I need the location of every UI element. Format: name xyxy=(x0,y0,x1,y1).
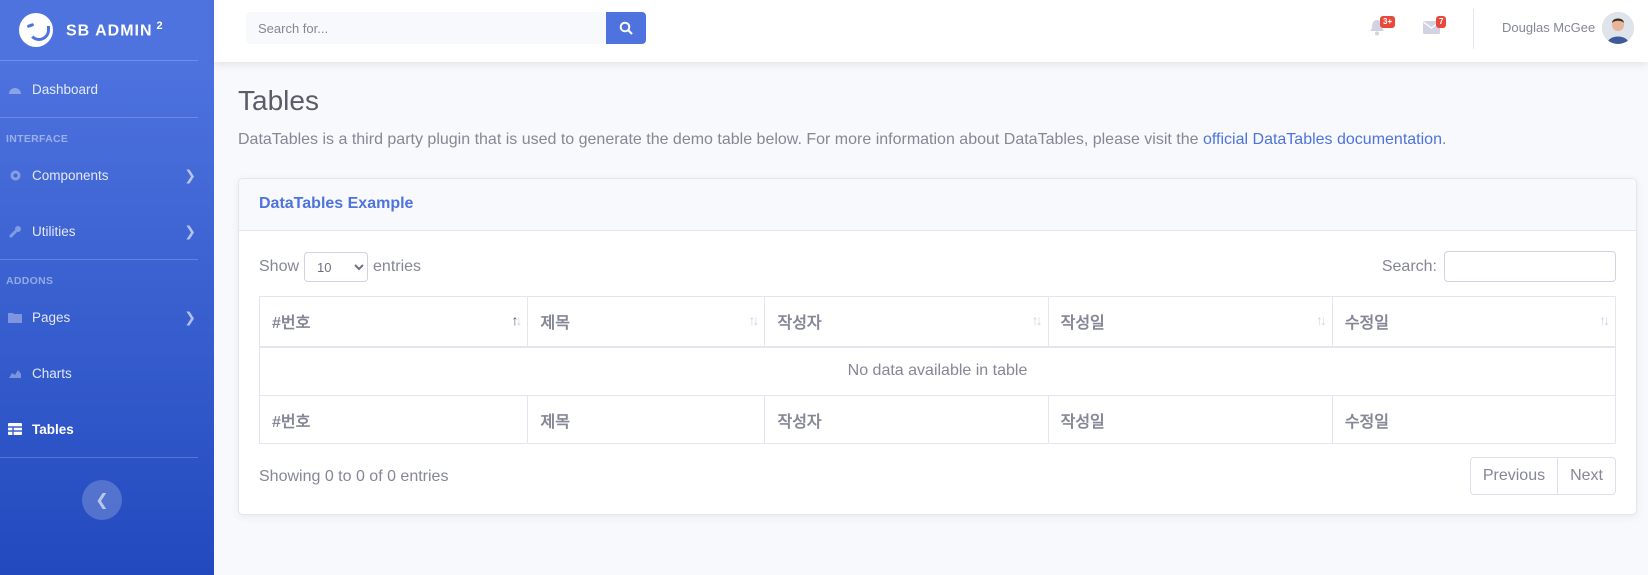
entries-select[interactable]: 10 xyxy=(304,252,369,282)
table-header-row: #번호 ↑↓ 제목 ↑↓ 작성자 ↑↓ 작성일 ↑↓ 수정일 ↑↓ xyxy=(258,296,1617,348)
column-header-modified[interactable]: 수정일 ↑↓ xyxy=(1331,296,1617,348)
search-icon xyxy=(619,21,633,35)
table-icon xyxy=(8,422,22,436)
sort-asc-icon: ↑↓ xyxy=(511,312,522,328)
sidebar-item-pages[interactable]: Pages ❯ xyxy=(0,289,214,345)
footer-author: 작성자 xyxy=(764,395,1049,444)
card-title: DataTables Example xyxy=(239,179,1636,231)
chevron-right-icon: ❯ xyxy=(184,222,196,239)
footer-title: 제목 xyxy=(527,395,766,444)
table-search-input[interactable] xyxy=(1444,251,1616,282)
sidebar: SB ADMIN 2 Dashboard INTERFACE Components… xyxy=(0,0,214,575)
entries-label: entries xyxy=(373,258,422,275)
table-info: Showing 0 to 0 of 0 entries xyxy=(259,468,449,485)
chevron-left-icon: ❮ xyxy=(95,492,109,509)
user-name[interactable]: Douglas McGee xyxy=(1502,20,1595,35)
topbar-search xyxy=(246,12,646,44)
datatable-card: DataTables Example Show 10 entries Searc… xyxy=(238,178,1637,515)
sidebar-item-label: Utilities xyxy=(32,223,76,239)
page-description: DataTables is a third party plugin that … xyxy=(238,131,1447,148)
messages-dropdown[interactable]: 7 xyxy=(1423,16,1447,41)
search-label: Search: xyxy=(1381,257,1437,275)
folder-icon xyxy=(8,310,22,324)
topbar-divider xyxy=(1473,9,1474,49)
sidebar-heading-addons: ADDONS xyxy=(6,275,54,287)
sidebar-item-label: Dashboard xyxy=(32,81,99,97)
search-input[interactable] xyxy=(246,12,606,44)
sidebar-item-tables[interactable]: Tables xyxy=(0,401,214,457)
data-table: #번호 ↑↓ 제목 ↑↓ 작성자 ↑↓ 작성일 ↑↓ 수정일 ↑↓ No data ava… xyxy=(258,296,1617,444)
page-title: Tables xyxy=(238,85,319,116)
laugh-wink-icon xyxy=(19,13,53,47)
sort-icon: ↑↓ xyxy=(1599,312,1610,328)
sidebar-item-charts[interactable]: Charts xyxy=(0,345,214,401)
sidebar-item-utilities[interactable]: Utilities ❯ xyxy=(0,203,214,259)
messages-badge: 7 xyxy=(1436,16,1447,28)
table-footer-row: #번호 제목 작성자 작성일 수정일 xyxy=(258,395,1617,444)
sidebar-item-components[interactable]: Components ❯ xyxy=(0,147,214,203)
search-button[interactable] xyxy=(606,12,646,44)
alerts-dropdown[interactable]: 3+ xyxy=(1369,16,1396,41)
topbar: 3+ 7 Douglas McGee xyxy=(214,0,1648,62)
avatar[interactable] xyxy=(1602,12,1634,44)
sidebar-item-label: Pages xyxy=(32,309,71,325)
column-header-author[interactable]: 작성자 ↑↓ xyxy=(764,296,1049,348)
wrench-icon xyxy=(8,224,22,238)
sort-icon: ↑↓ xyxy=(1315,312,1327,328)
pagination: Previous Next xyxy=(1469,457,1616,495)
column-header-created[interactable]: 작성일 ↑↓ xyxy=(1047,296,1333,348)
column-header-title[interactable]: 제목 ↑↓ xyxy=(527,296,766,348)
sort-icon: ↑↓ xyxy=(748,312,759,328)
sort-icon: ↑↓ xyxy=(1031,312,1043,328)
chart-area-icon xyxy=(8,366,22,380)
alerts-badge: 3+ xyxy=(1380,16,1396,28)
chevron-right-icon: ❯ xyxy=(184,166,196,183)
cog-icon xyxy=(8,168,22,182)
brand-name: SB ADMIN 2 xyxy=(66,19,164,40)
footer-created: 작성일 xyxy=(1047,395,1333,444)
sidebar-divider xyxy=(0,457,198,458)
datatables-docs-link[interactable]: official DataTables documentation xyxy=(1203,131,1442,148)
show-label: Show xyxy=(259,258,300,275)
sidebar-item-label: Tables xyxy=(32,421,74,437)
tachometer-icon xyxy=(8,82,22,96)
column-header-number[interactable]: #번호 ↑↓ xyxy=(258,296,529,348)
chevron-right-icon: ❯ xyxy=(184,308,196,325)
table-row: No data available in table xyxy=(259,346,1616,396)
next-button[interactable]: Next xyxy=(1557,458,1615,494)
sidebar-heading-interface: INTERFACE xyxy=(6,133,69,145)
sidebar-item-label: Components xyxy=(32,167,109,183)
empty-table-message: No data available in table xyxy=(259,346,1616,396)
entries-length-control: Show 10 entries xyxy=(259,252,421,282)
brand-link[interactable]: SB ADMIN 2 xyxy=(0,0,214,60)
sidebar-toggle-button[interactable]: ❮ xyxy=(82,480,122,520)
footer-modified: 수정일 xyxy=(1331,395,1617,444)
previous-button[interactable]: Previous xyxy=(1471,458,1557,494)
table-search-filter: Search: xyxy=(1382,251,1616,282)
sidebar-item-dashboard[interactable]: Dashboard xyxy=(0,61,214,117)
sidebar-item-label: Charts xyxy=(32,365,72,381)
footer-number: #번호 xyxy=(258,395,529,444)
